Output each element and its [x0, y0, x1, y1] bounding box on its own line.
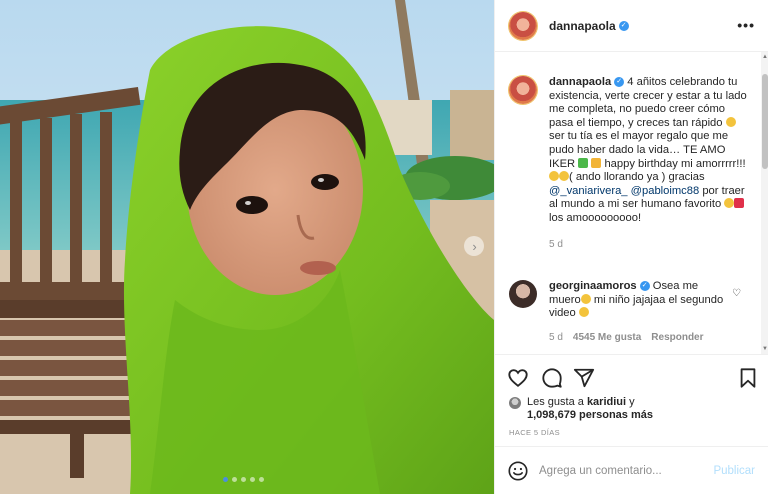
likes-prefix: Les gusta a: [527, 396, 587, 408]
carousel-dot: [241, 477, 246, 482]
likes-count[interactable]: 1,098,679 personas más: [527, 409, 653, 421]
post-photo[interactable]: ›: [0, 0, 494, 494]
scroll-down-icon[interactable]: ▼: [762, 346, 768, 352]
crying-face-emoji-icon: [580, 293, 591, 304]
mention-link[interactable]: @_vaniarivera_: [549, 185, 628, 197]
comments-list[interactable]: dannapaola ✓ 4 añitos celebrando tu exist…: [495, 52, 761, 354]
more-options-icon[interactable]: •••: [737, 18, 755, 32]
caption-avatar[interactable]: [509, 76, 537, 104]
carousel-dot: [259, 477, 264, 482]
likes-connector: y: [626, 396, 635, 408]
next-photo-button[interactable]: ›: [464, 236, 484, 256]
photo-image: [0, 0, 494, 494]
caption-text-part: happy birthday mi amorrrrr!!!: [601, 157, 746, 170]
reply-button[interactable]: Responder: [651, 331, 703, 345]
caption-text-part: los amooooooooo!: [549, 211, 642, 224]
post-sidebar: dannapaola ✓ ••• dannapaola ✓ 4 añitos ce…: [494, 0, 768, 494]
liker-username[interactable]: karidiui: [587, 396, 626, 408]
commenter-username[interactable]: georginaamoros: [549, 280, 637, 292]
commenter-avatar[interactable]: [509, 280, 537, 308]
caption-text-part: ( ando llorando ya ) gracias: [569, 171, 705, 184]
post-timestamp[interactable]: HACE 5 DÍAS: [509, 428, 560, 437]
like-heart-icon[interactable]: [507, 367, 529, 389]
heart-outline-icon[interactable]: ♡: [732, 288, 741, 299]
author-username[interactable]: dannapaola: [549, 19, 616, 33]
face-emoji-icon: [549, 171, 559, 182]
likes-text: Les gusta a karidiui y 1,098,679 persona…: [527, 396, 653, 422]
comment-like-count[interactable]: 4545 Me gusta: [573, 331, 641, 345]
chevron-right-icon: ›: [472, 238, 477, 254]
caption-username[interactable]: dannapaola: [549, 76, 611, 88]
scroll-thumb[interactable]: [762, 74, 768, 169]
comment-input[interactable]: [539, 464, 709, 477]
author-avatar[interactable]: [509, 11, 537, 40]
verified-badge-icon: ✓: [618, 20, 629, 31]
liker-avatar[interactable]: [509, 397, 521, 409]
crying-face-emoji-icon: [725, 116, 736, 127]
comment-item: georginaamoros ✓ Osea me muero mi niño ja…: [509, 280, 755, 344]
scroll-up-icon[interactable]: ▲: [762, 54, 768, 60]
add-comment-bar: Publicar: [495, 446, 768, 494]
laughing-face-emoji-icon: [578, 307, 589, 318]
publish-button[interactable]: Publicar: [713, 465, 755, 477]
post-caption: dannapaola ✓ 4 añitos celebrando tu exist…: [509, 76, 755, 251]
carousel-dot: [232, 477, 237, 482]
verified-badge-icon: ✓: [614, 77, 625, 88]
caption-text: dannapaola ✓ 4 añitos celebrando tu exist…: [549, 76, 749, 251]
post-header: dannapaola ✓ •••: [495, 0, 768, 52]
verified-badge-icon: ✓: [639, 281, 650, 292]
emoji-smile-icon[interactable]: [507, 460, 529, 482]
green-heart-emoji-icon: [578, 157, 589, 168]
save-bookmark-icon[interactable]: [737, 367, 759, 389]
red-heart-emoji-icon: [734, 198, 745, 209]
action-bar: [495, 354, 768, 398]
comments-scrollbar[interactable]: ▲ ▼: [761, 52, 768, 354]
comment-timestamp[interactable]: 5 d: [549, 331, 563, 345]
comment-bubble-icon[interactable]: [541, 367, 563, 389]
carousel-dot: [250, 477, 255, 482]
carousel-indicator: [223, 477, 264, 482]
sparkles-emoji-icon: [591, 157, 602, 168]
comment-meta: 5 d 4545 Me gusta Responder: [549, 331, 729, 345]
mention-link[interactable]: @pabloimc88: [631, 185, 700, 197]
smiling-face-emoji-icon: [724, 198, 735, 209]
share-paper-plane-icon[interactable]: [573, 367, 595, 389]
caption-timestamp[interactable]: 5 d: [549, 238, 749, 252]
comment-text: georginaamoros ✓ Osea me muero mi niño ja…: [549, 280, 729, 344]
likes-summary: Les gusta a karidiui y 1,098,679 persona…: [509, 396, 653, 422]
crying-face-emoji-icon: [559, 171, 569, 182]
carousel-dot: [223, 477, 228, 482]
